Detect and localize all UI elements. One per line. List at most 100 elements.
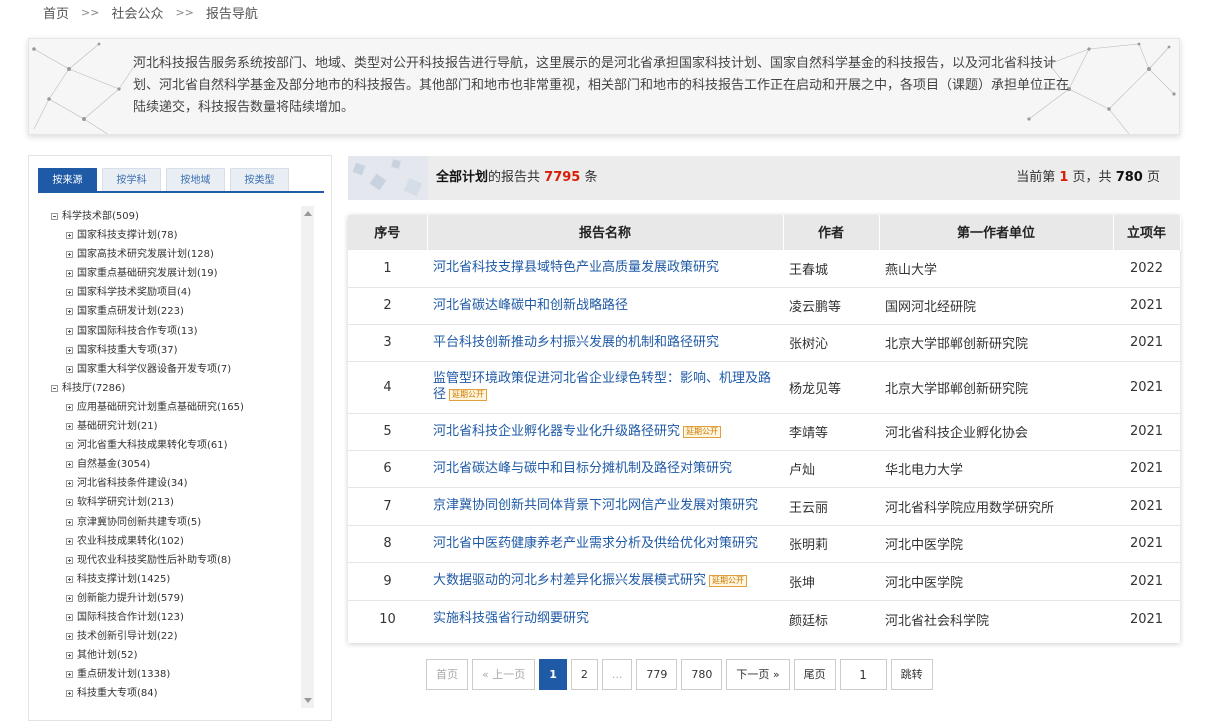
tree-expand-icon[interactable] — [66, 251, 73, 259]
tree-expand-icon[interactable] — [66, 556, 73, 564]
prev-page-button[interactable]: « 上一页 — [472, 659, 536, 690]
tree-expand-icon[interactable] — [66, 346, 73, 354]
tree-expand-icon[interactable] — [66, 308, 73, 316]
scroll-up-icon[interactable] — [304, 211, 312, 216]
tree-item[interactable]: 现代农业科技奖励性后补助专项(8) — [51, 551, 313, 570]
tree-collapse-icon[interactable] — [51, 384, 58, 392]
organization-cell: 北京大学邯郸创新研究院 — [879, 323, 1113, 361]
tree-expand-icon[interactable] — [66, 365, 73, 373]
tree-item-label: 科技重大专项(84) — [77, 688, 158, 700]
report-title-link[interactable]: 河北省科技企业孵化器专业化升级路径研究 — [433, 424, 680, 439]
tree-item[interactable]: 重点研发计划(1338) — [51, 665, 313, 684]
tree-expand-icon[interactable] — [66, 232, 73, 240]
page-number-button[interactable]: 779 — [636, 659, 678, 690]
tab-4[interactable]: 按类型 — [230, 168, 289, 191]
tree-expand-icon[interactable] — [66, 537, 73, 545]
page-number-button[interactable]: 1 — [539, 659, 567, 690]
report-title-link[interactable]: 平台科技创新推动乡村振兴发展的机制和路径研究 — [433, 335, 719, 350]
author-cell: 李靖等 — [783, 412, 879, 450]
tree-item[interactable]: 国家科学技术奖励项目(4) — [51, 283, 313, 302]
tree-expand-icon[interactable] — [66, 461, 73, 469]
tree-item[interactable]: 国家重点研发计划(223) — [51, 302, 313, 321]
scroll-down-icon[interactable] — [304, 698, 312, 703]
tab-2[interactable]: 按学科 — [102, 168, 161, 191]
tree-item[interactable]: 河北省重大科技成果转化专项(61) — [51, 436, 313, 455]
tree-item-label: 技术创新引导计划(22) — [77, 631, 178, 643]
jump-page-input[interactable] — [839, 659, 887, 690]
tree-expand-icon[interactable] — [66, 403, 73, 411]
tree-item[interactable]: 国际科技合作计划(123) — [51, 608, 313, 627]
report-title-link[interactable]: 河北省中医药健康养老产业需求分析及供给优化对策研究 — [433, 536, 758, 551]
report-title-link[interactable]: 河北省碳达峰碳中和创新战略路径 — [433, 298, 628, 313]
tree-group[interactable]: 科学技术部(509) — [51, 207, 313, 226]
tree-item[interactable]: 技术创新引导计划(22) — [51, 627, 313, 646]
report-title-link[interactable]: 河北省科技支撑县域特色产业高质量发展政策研究 — [433, 260, 719, 275]
tree-expand-icon[interactable] — [66, 423, 73, 431]
tab-1[interactable]: 按来源 — [38, 168, 97, 191]
tree-item-label: 软科学研究计划(213) — [77, 497, 174, 509]
tree-item[interactable]: 自然基金(3054) — [51, 455, 313, 474]
tree-item[interactable]: 应用基础研究计划重点基础研究(165) — [51, 398, 313, 417]
current-page-number: 1 — [1059, 170, 1069, 185]
tree-item[interactable]: 国家重点基础研究发展计划(19) — [51, 264, 313, 283]
tree-expand-icon[interactable] — [66, 690, 73, 698]
tree-item[interactable]: 京津冀协同创新共建专项(5) — [51, 513, 313, 532]
tree-collapse-icon[interactable] — [51, 213, 58, 220]
tree-item[interactable]: 基础研究计划(21) — [51, 417, 313, 436]
result-summary-bar: 全部计划的报告共 7795 条 当前第 1 页，共 780 页 — [348, 156, 1180, 200]
report-title-link[interactable]: 河北省碳达峰与碳中和目标分摊机制及路径对策研究 — [433, 461, 732, 476]
tree-item[interactable]: 国家国际科技合作专项(13) — [51, 322, 313, 341]
report-title-link[interactable]: 大数据驱动的河北乡村差异化振兴发展模式研究 — [433, 573, 706, 588]
tree-item[interactable]: 软科学研究计划(213) — [51, 493, 313, 512]
next-page-button[interactable]: 下一页 » — [726, 659, 790, 690]
row-number: 5 — [348, 412, 427, 450]
tree-group[interactable]: 科技厅(7286) — [51, 379, 313, 398]
tab-3[interactable]: 按地域 — [166, 168, 225, 191]
tree-scrollbar[interactable] — [301, 206, 314, 708]
tree-item[interactable]: 国家科技重大专项(37) — [51, 341, 313, 360]
page-mid: 页，共 — [1072, 170, 1112, 185]
row-number: 6 — [348, 449, 427, 487]
table-row: 2 河北省碳达峰碳中和创新战略路径 凌云鹏等 国网河北经研院 2021 — [348, 286, 1180, 324]
tree-expand-icon[interactable] — [66, 671, 73, 679]
tree-item[interactable]: 国家高技术研究发展计划(128) — [51, 245, 313, 264]
delayed-publish-badge: 延期公开 — [449, 389, 488, 401]
last-page-button[interactable]: 尾页 — [793, 659, 836, 690]
report-title-cell: 河北省碳达峰碳中和创新战略路径 — [427, 286, 783, 324]
page-number-button[interactable]: 780 — [681, 659, 723, 690]
tree-expand-icon[interactable] — [66, 594, 73, 602]
page-number-button[interactable]: 2 — [570, 659, 598, 690]
tree-expand-icon[interactable] — [66, 270, 73, 278]
tree-item[interactable]: 科技重大专项(84) — [51, 684, 313, 703]
table-row: 10 实施科技强省行动纲要研究 颜廷标 河北省社会科学院 2021 — [348, 599, 1180, 638]
tree-item[interactable]: 国家科技支撑计划(78) — [51, 226, 313, 245]
report-table-container: 序号 报告名称 作者 第一作者单位 立项年 1 河北省科技支撑县域特色产业高质量发… — [348, 215, 1181, 643]
tree-item[interactable]: 河北省科技条件建设(34) — [51, 474, 313, 493]
tree-expand-icon[interactable] — [66, 289, 73, 297]
report-title-link[interactable]: 京津冀协同创新共同体背景下河北网信产业发展对策研究 — [433, 498, 758, 513]
tree-item[interactable]: 农业科技成果转化(102) — [51, 532, 313, 551]
row-number: 10 — [348, 599, 427, 638]
author-cell: 王春城 — [783, 248, 879, 287]
tree-expand-icon[interactable] — [66, 633, 73, 641]
jump-button[interactable]: 跳转 — [890, 659, 933, 690]
tree-expand-icon[interactable] — [66, 442, 73, 450]
tree-expand-icon[interactable] — [66, 480, 73, 488]
tree-expand-icon[interactable] — [66, 327, 73, 335]
tree-expand-icon[interactable] — [66, 575, 73, 583]
tree-expand-icon[interactable] — [66, 613, 73, 621]
tree-item[interactable]: 国家重大科学仪器设备开发专项(7) — [51, 360, 313, 379]
tree-expand-icon[interactable] — [66, 518, 73, 526]
header-author: 作者 — [783, 215, 880, 249]
first-page-button[interactable]: 首页 — [426, 659, 468, 690]
report-title-link[interactable]: 实施科技强省行动纲要研究 — [433, 611, 589, 626]
breadcrumb-public-link[interactable]: 社会公众 — [111, 3, 163, 22]
tree-item[interactable]: 科技支撑计划(1425) — [51, 570, 313, 589]
breadcrumb-home-link[interactable]: 首页 — [43, 3, 69, 22]
tree-item[interactable]: 创新能力提升计划(579) — [51, 589, 313, 608]
tree-item-label: 国家科技重大专项(37) — [77, 344, 178, 356]
tree-item[interactable]: 其他计划(52) — [51, 646, 313, 665]
tree-expand-icon[interactable] — [66, 499, 73, 507]
author-cell: 颜廷标 — [783, 599, 879, 638]
tree-expand-icon[interactable] — [66, 652, 73, 660]
